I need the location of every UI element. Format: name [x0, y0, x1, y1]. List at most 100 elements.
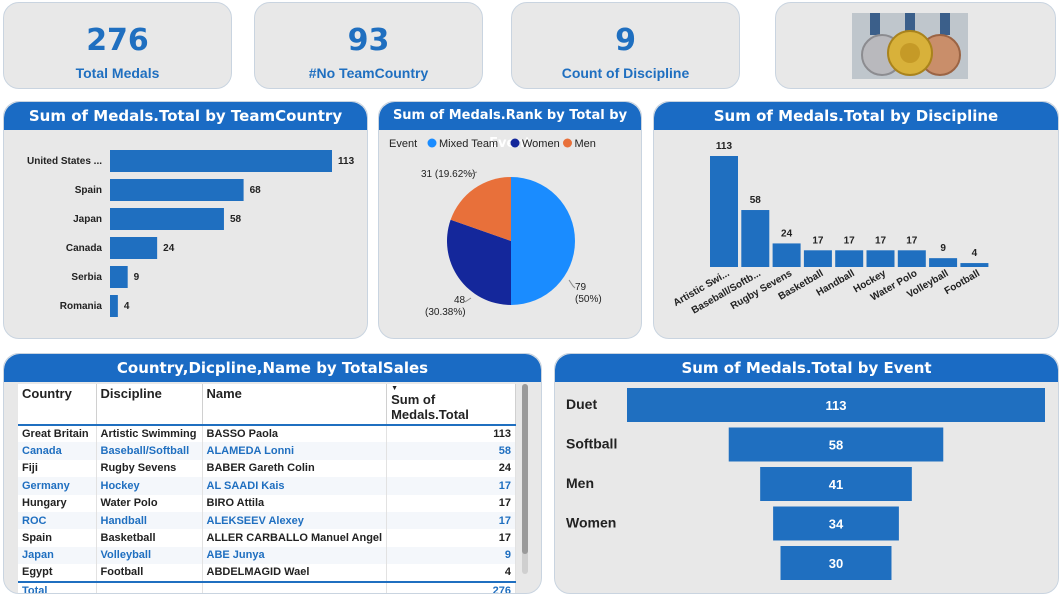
cell-total: 113 [386, 425, 516, 443]
bar[interactable] [866, 250, 895, 267]
bar[interactable] [741, 210, 770, 267]
total-blank [202, 580, 388, 593]
cell-discipline: Hockey [96, 477, 203, 495]
cell-name: ABE Junya [202, 546, 388, 565]
bar[interactable] [710, 156, 738, 267]
table-scrollbar-thumb[interactable] [522, 384, 528, 554]
data-label: 4 [124, 301, 130, 312]
event-pie-chart: Event Mixed Team Women Men 79 (50%) 48 (30… [389, 138, 602, 318]
women-pct-label: (30.38%) [425, 307, 466, 318]
mixed-team-value-label: 79 [575, 282, 587, 293]
legend-marker [563, 138, 572, 148]
cell-discipline: Handball [96, 511, 203, 530]
cell-name: BIRO Attila [202, 494, 388, 512]
medals-image-card [775, 2, 1056, 89]
cell-discipline: Water Polo [96, 494, 203, 512]
kpi-label: Count of Discipline [561, 65, 690, 81]
category-label: Football [943, 268, 982, 297]
cell-discipline: Baseball/Softball [96, 442, 203, 460]
chart-title: Sum of Medals.Total by TeamCountry [4, 102, 367, 130]
table-row[interactable]: Japan Volleyball ABE Junya 9 [18, 546, 516, 565]
bar[interactable] [110, 266, 128, 288]
category-label: Japan [73, 214, 102, 225]
medal-table-card[interactable]: Country,Dicpline,Name by TotalSales Coun… [3, 353, 542, 594]
cell-name: BASSO Paola [202, 425, 388, 443]
legend-label[interactable]: Women [522, 138, 560, 150]
kpi-value: 9 [615, 23, 636, 58]
bar[interactable] [110, 208, 224, 230]
medals-image [852, 13, 968, 79]
kpi-card-total-medals[interactable]: 276 Total Medals [3, 2, 232, 89]
data-label: 24 [781, 228, 793, 239]
bar[interactable] [960, 263, 989, 267]
data-label: 9 [134, 272, 140, 283]
table-row[interactable]: ROC Handball ALEKSEEV Alexey 17 [18, 511, 516, 530]
table-row[interactable]: Egypt Football ABDELMAGID Wael 4 [18, 564, 516, 582]
legend-label[interactable]: Men [575, 138, 596, 150]
table-row[interactable]: Canada Baseball/Softball ALAMEDA Lonni 58 [18, 442, 516, 460]
cell-name: ALLER CARBALLO Manuel Angel [202, 529, 388, 547]
event-funnel-chart-card[interactable]: Sum of Medals.Total by Event Duet 113 Soft… [554, 353, 1059, 594]
discipline-chart-card[interactable]: Sum of Medals.Total by Discipline 113 Art… [653, 101, 1059, 339]
kpi-card-team-country[interactable]: 93 #No TeamCountry [254, 2, 483, 89]
cell-name: ABDELMAGID Wael [202, 564, 388, 582]
bar[interactable] [110, 295, 118, 317]
data-label: 113 [338, 156, 355, 167]
team-country-bar-chart: United States ... 113 Spain 68 Japan 58 Canada… [27, 150, 355, 317]
bar[interactable] [110, 150, 332, 172]
cell-discipline: Artistic Swimming [96, 425, 203, 443]
mixed-team-pct-label: (50%) [575, 294, 602, 305]
cell-country: Great Britain [18, 425, 97, 443]
pie-slice[interactable] [511, 177, 575, 305]
legend-label[interactable]: Mixed Team [439, 138, 498, 150]
data-label: 24 [163, 243, 175, 254]
column-header-discipline[interactable]: Discipline [96, 384, 203, 426]
cell-total: 17 [386, 511, 516, 530]
column-header-name[interactable]: Name [202, 384, 388, 426]
table-total-row: Total 276 [18, 580, 516, 593]
cell-country: Fiji [18, 459, 97, 478]
table-title: Country,Dicpline,Name by TotalSales [4, 354, 541, 382]
bar[interactable] [929, 258, 958, 267]
data-label: 17 [844, 235, 856, 246]
bar[interactable] [897, 250, 926, 267]
bar[interactable] [803, 250, 832, 267]
data-label: 113 [826, 398, 847, 413]
total-label: Total [18, 580, 97, 593]
bar[interactable] [835, 250, 864, 267]
cell-country: Japan [18, 546, 97, 565]
data-label: 41 [829, 477, 843, 492]
table-row[interactable]: Spain Basketball ALLER CARBALLO Manuel Ang… [18, 529, 516, 547]
category-label: Canada [66, 243, 103, 254]
data-label: 17 [906, 235, 918, 246]
bar[interactable] [772, 243, 801, 267]
bar[interactable] [110, 179, 244, 201]
data-label: 4 [972, 248, 978, 259]
legend-marker [427, 138, 437, 148]
cell-country: Germany [18, 477, 97, 495]
kpi-value: 276 [86, 23, 149, 58]
table-row[interactable]: Great Britain Artistic Swimming BASSO Paol… [18, 425, 516, 443]
data-label: 17 [875, 235, 887, 246]
cell-total: 4 [386, 564, 516, 582]
cell-total: 17 [386, 529, 516, 547]
category-label: Serbia [71, 272, 102, 283]
cell-country: ROC [18, 511, 97, 530]
cell-total: 17 [386, 477, 516, 495]
chart-title: Sum of Medals.Rank by Total by Event [379, 102, 641, 151]
table-row[interactable]: Hungary Water Polo BIRO Attila 17 [18, 494, 516, 512]
chart-title: Sum of Medals.Total by Event [555, 354, 1058, 382]
bar[interactable] [110, 237, 158, 259]
column-header-sum-medals[interactable]: ▼ Sum of Medals.Total [386, 384, 516, 426]
team-country-chart-card[interactable]: Sum of Medals.Total by TeamCountry Unite… [3, 101, 368, 339]
event-pie-chart-card[interactable]: Sum of Medals.Rank by Total by Event Eve… [378, 101, 642, 339]
table-row[interactable]: Fiji Rugby Sevens BABER Gareth Colin 24 [18, 459, 516, 478]
table-row[interactable]: Germany Hockey AL SAADI Kais 17 [18, 477, 516, 495]
data-label: 58 [829, 438, 843, 453]
column-header-country[interactable]: Country [18, 384, 97, 426]
medal-table[interactable]: Country Discipline Name ▼ Sum of Medals.T… [18, 384, 516, 593]
kpi-card-discipline[interactable]: 9 Count of Discipline [511, 2, 740, 89]
category-label: Women [566, 515, 616, 531]
data-label: 58 [230, 214, 242, 225]
data-label: 68 [250, 185, 262, 196]
